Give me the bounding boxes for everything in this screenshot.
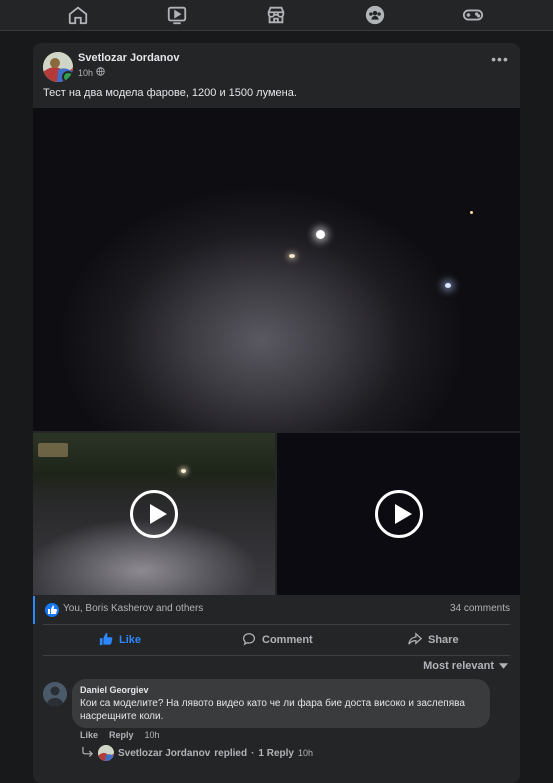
comment-author-name[interactable]: Daniel Georgiev [80, 685, 149, 695]
share-button[interactable]: Share [408, 625, 459, 655]
reply-arrow-icon [81, 746, 94, 760]
comment-button[interactable]: Comment [242, 625, 313, 655]
reply-action-text: replied [214, 747, 248, 759]
distant-light [470, 211, 473, 214]
post-time[interactable]: 10h [78, 68, 93, 78]
reply-count: 1 Reply [258, 747, 294, 759]
watch-icon[interactable] [166, 4, 188, 26]
more-options-icon[interactable]: ••• [490, 52, 510, 69]
divider [43, 655, 510, 656]
comment-text: Кои са моделите? На лявото видео като че… [80, 698, 465, 722]
chevron-down-icon [499, 660, 508, 672]
commenter-avatar[interactable] [43, 682, 67, 706]
author-avatar[interactable] [43, 52, 73, 82]
car-headlight [289, 254, 295, 258]
street-light [316, 230, 325, 239]
like-button[interactable]: Like [99, 625, 141, 655]
like-label: Like [119, 634, 142, 646]
globe-icon [96, 67, 105, 78]
car-headlight [181, 469, 186, 473]
comment-reply-button[interactable]: Reply [109, 730, 134, 740]
reaction-summary[interactable]: You, Boris Kasherov and others [63, 603, 203, 614]
comment-icon [242, 632, 256, 649]
gaming-icon[interactable] [462, 4, 484, 26]
post-card: Svetlozar Jordanov 10h ••• Тест на два м… [33, 43, 520, 783]
view-replies-link[interactable]: Svetlozar Jordanov replied · 1 Reply 10h [81, 745, 313, 761]
reply-author-name: Svetlozar Jordanov [118, 747, 211, 759]
online-status-indicator [62, 71, 73, 82]
thumbs-up-icon [99, 632, 113, 649]
car-headlight-right [445, 283, 451, 288]
house-window [38, 443, 68, 457]
top-navigation [0, 0, 553, 31]
share-label: Share [428, 634, 459, 646]
post-video-main[interactable] [33, 108, 520, 431]
play-button-icon[interactable] [374, 490, 423, 538]
sort-label: Most relevant [423, 660, 494, 672]
home-icon[interactable] [67, 4, 89, 26]
comment-label: Comment [262, 634, 313, 646]
comment-time[interactable]: 10h [145, 730, 160, 740]
post-text: Тест на два модела фарове, 1200 и 1500 л… [43, 87, 297, 99]
like-reaction-icon[interactable] [45, 603, 59, 617]
reply-author-avatar [98, 745, 114, 761]
comment-bubble: Daniel Georgiev Кои са моделите? На ляво… [72, 679, 490, 728]
post-video-right[interactable] [277, 433, 520, 595]
post-meta: 10h [78, 67, 105, 78]
comments-sort-dropdown[interactable]: Most relevant [423, 660, 508, 672]
reply-time: 10h [297, 748, 314, 758]
post-author-name[interactable]: Svetlozar Jordanov [78, 52, 179, 64]
comment-actions: Like Reply 10h [80, 730, 160, 740]
play-button-icon[interactable] [130, 490, 178, 538]
share-icon [408, 631, 423, 649]
groups-icon[interactable] [364, 4, 386, 26]
comment-like-button[interactable]: Like [80, 730, 98, 740]
post-video-left[interactable] [33, 433, 275, 595]
reply-separator: · [251, 747, 255, 759]
post-actions: Like Comment Share [33, 625, 520, 655]
reactions-bar: You, Boris Kasherov and others 34 commen… [33, 596, 520, 624]
comments-count[interactable]: 34 comments [450, 603, 510, 614]
marketplace-icon[interactable] [265, 4, 287, 26]
